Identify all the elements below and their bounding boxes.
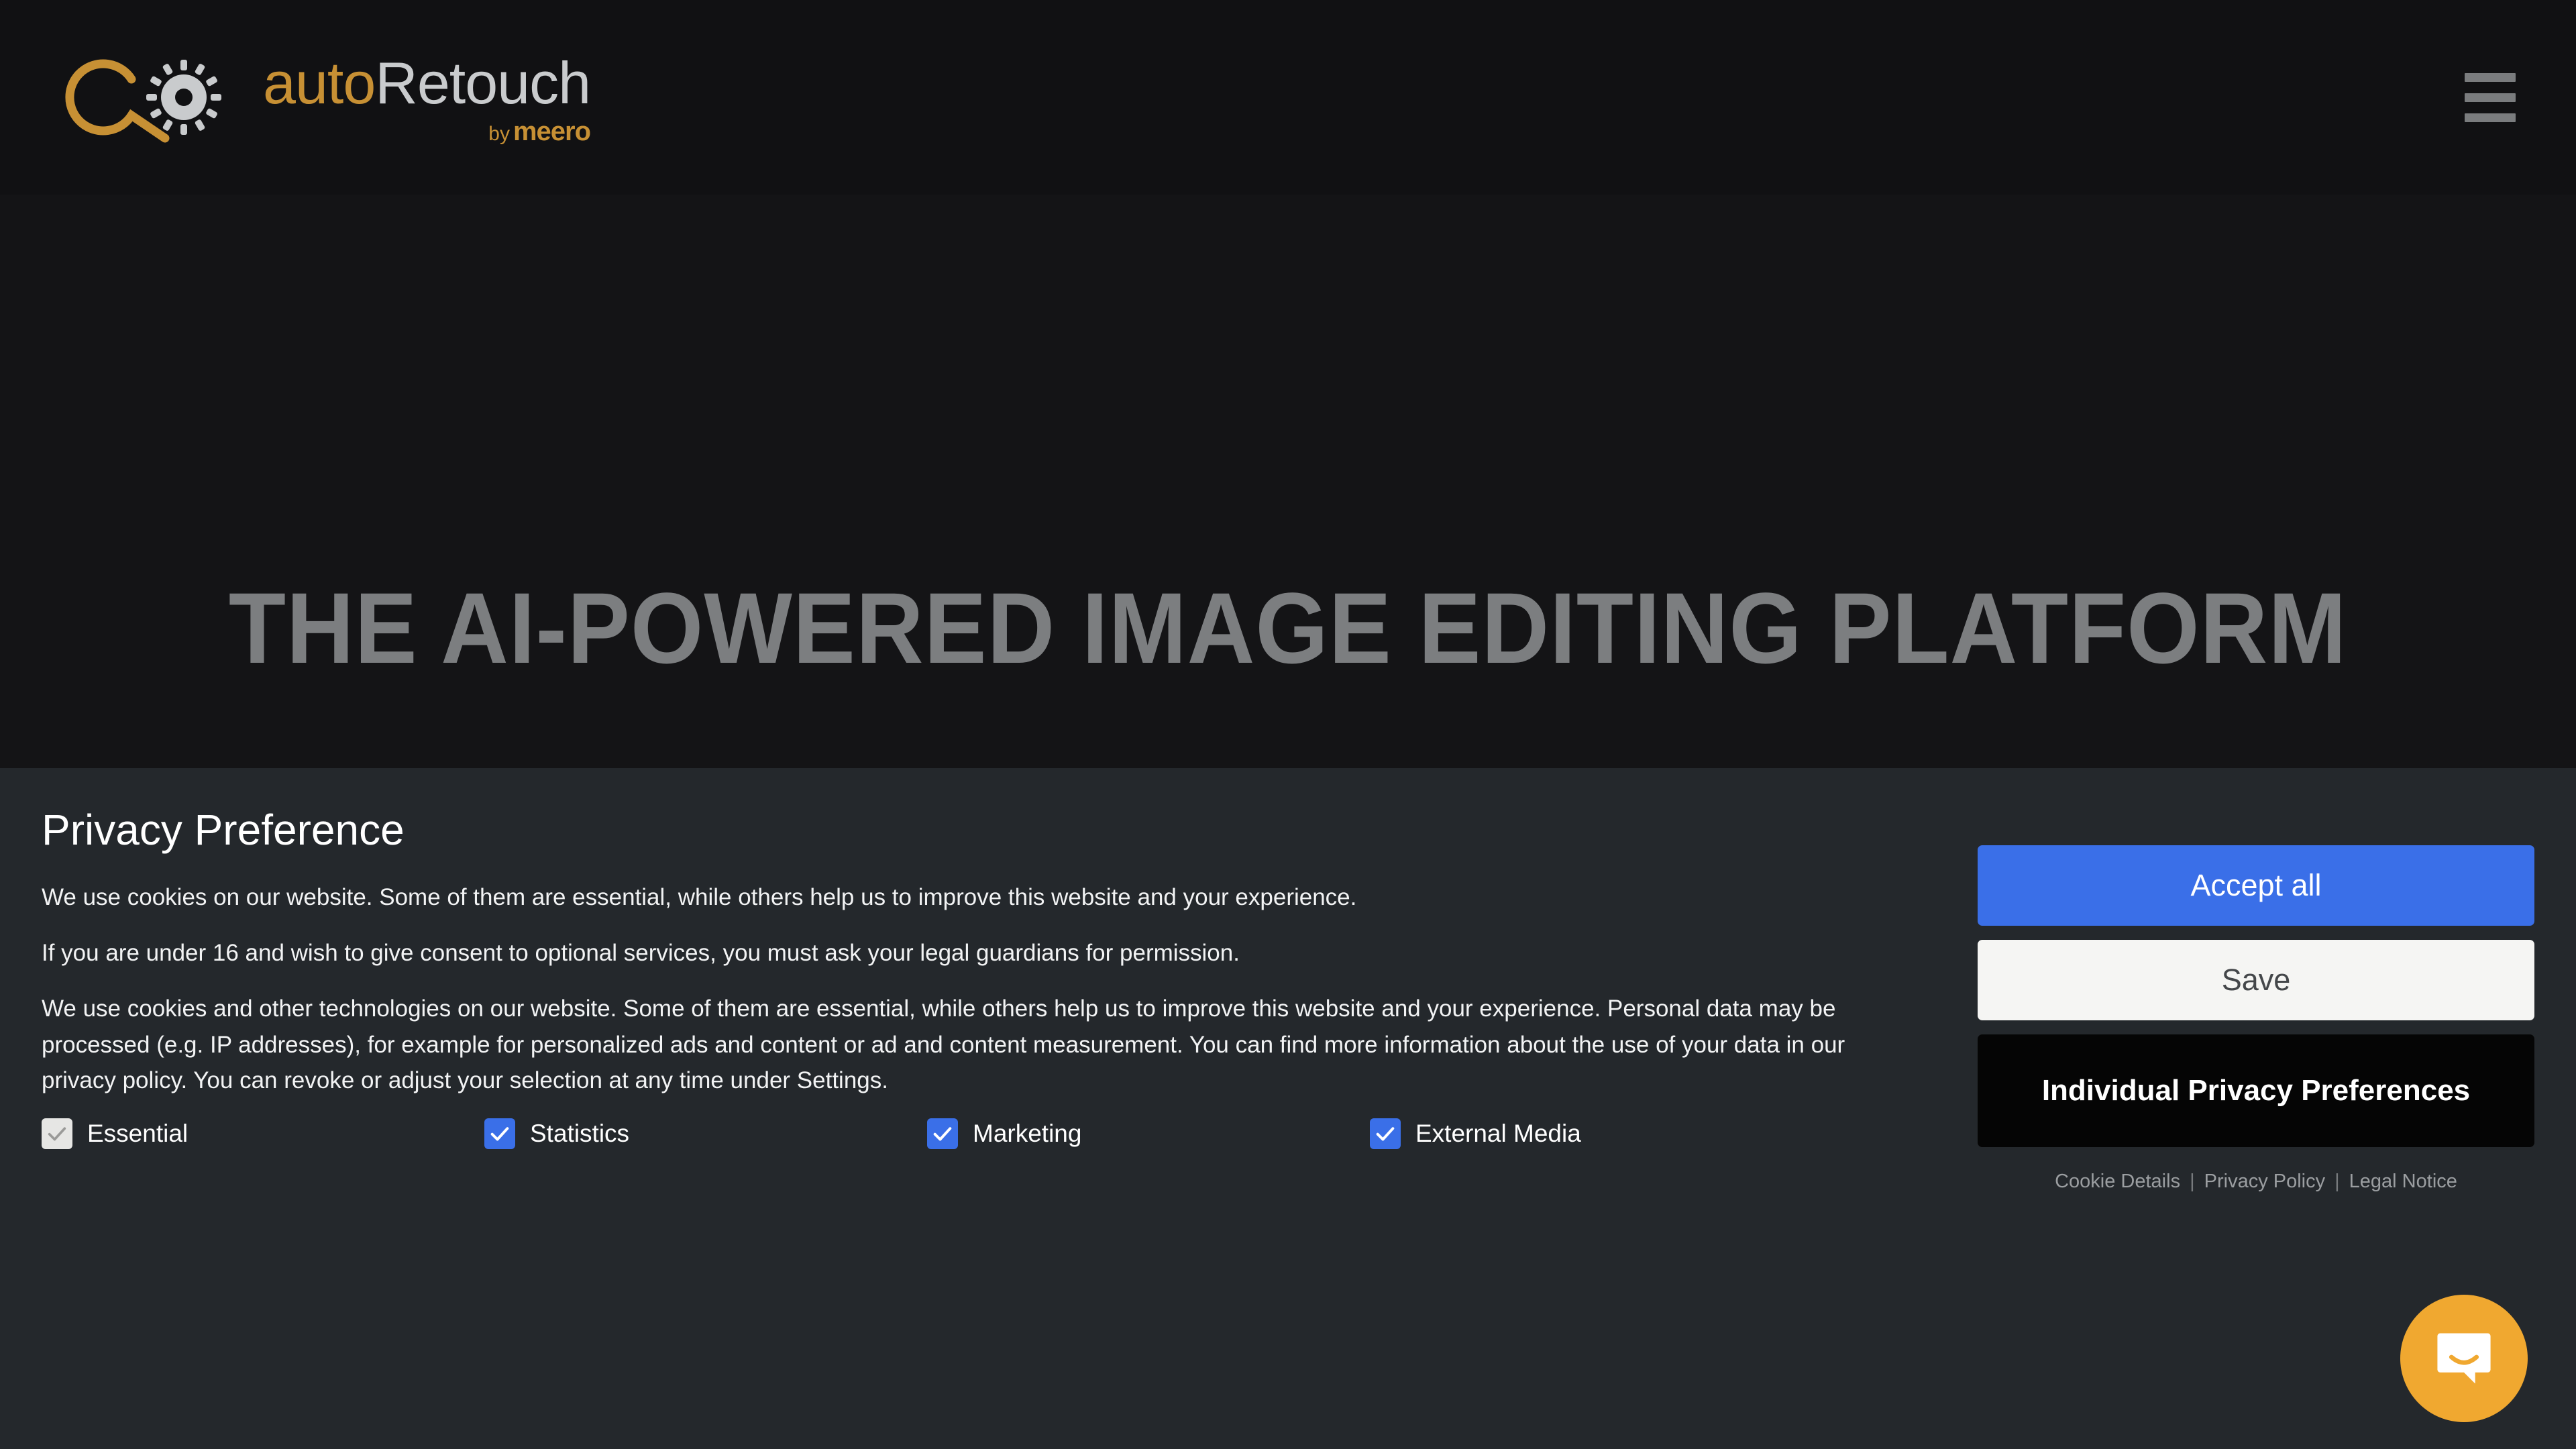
hamburger-bar-2 bbox=[2465, 93, 2516, 102]
checkbox-box-marketing[interactable] bbox=[927, 1118, 958, 1149]
cookie-checkbox-label-statistics: Statistics bbox=[530, 1119, 630, 1147]
cookie-checkbox-essential[interactable]: Essential bbox=[42, 1118, 484, 1149]
cookie-banner-links: Cookie Details | Privacy Policy | Legal … bbox=[1978, 1171, 2534, 1193]
brand-word: autoRetouch bbox=[263, 54, 591, 113]
brand-meero-label: meero bbox=[513, 117, 591, 146]
cookie-banner-title: Privacy Preference bbox=[42, 806, 405, 854]
checkbox-box-statistics[interactable] bbox=[484, 1118, 515, 1149]
brand-byline: by meero bbox=[488, 117, 591, 146]
chat-bubble-icon bbox=[2437, 1333, 2491, 1384]
accept-all-button[interactable]: Accept all bbox=[1978, 845, 2534, 926]
cookie-paragraph-2: If you are under 16 and wish to give con… bbox=[42, 940, 1240, 967]
cookie-checkbox-statistics[interactable]: Statistics bbox=[484, 1118, 927, 1149]
legal-notice-link[interactable]: Legal Notice bbox=[2349, 1171, 2457, 1193]
link-separator-1: | bbox=[2190, 1171, 2195, 1192]
autoretouch-logo-icon bbox=[65, 59, 221, 143]
cookie-banner-actions: Accept all Save Individual Privacy Prefe… bbox=[1978, 808, 2534, 1193]
cookie-checkbox-marketing[interactable]: Marketing bbox=[927, 1118, 1370, 1149]
hamburger-bar-3 bbox=[2465, 113, 2516, 122]
checkbox-box-external-media[interactable] bbox=[1370, 1118, 1401, 1149]
brand-word-retouch: Retouch bbox=[375, 50, 591, 116]
check-icon bbox=[1376, 1127, 1395, 1141]
hero-title: THE AI-POWERED IMAGE EDITING PLATFORM bbox=[229, 572, 2347, 684]
site-header: autoRetouch by meero bbox=[0, 0, 2576, 195]
cookie-consent-banner: Privacy Preference We use cookies on our… bbox=[0, 768, 2576, 1449]
checkbox-box-essential[interactable] bbox=[42, 1118, 72, 1149]
intercom-chat-launcher-button[interactable] bbox=[2400, 1295, 2528, 1422]
hamburger-menu-icon[interactable] bbox=[2453, 60, 2528, 135]
cookie-checkbox-label-essential: Essential bbox=[87, 1119, 189, 1147]
brand-logo[interactable]: autoRetouch by meero bbox=[52, 37, 591, 158]
cookie-checkbox-external-media[interactable]: External Media bbox=[1370, 1118, 1581, 1149]
cookie-paragraph-1: We use cookies on our website. Some of t… bbox=[42, 884, 1357, 910]
save-button[interactable]: Save bbox=[1978, 940, 2534, 1020]
brand-by-label: by bbox=[488, 123, 510, 145]
brand-word-auto: auto bbox=[263, 50, 376, 116]
individual-privacy-preferences-button[interactable]: Individual Privacy Preferences bbox=[1978, 1034, 2534, 1147]
cookie-paragraph-3: We use cookies and other technologies on… bbox=[42, 996, 1845, 1093]
cookie-checkbox-label-external-media: External Media bbox=[1415, 1119, 1581, 1147]
link-separator-2: | bbox=[2334, 1171, 2340, 1192]
brand-wordmark: autoRetouch by meero bbox=[263, 54, 591, 146]
cookie-checkbox-label-marketing: Marketing bbox=[973, 1119, 1082, 1147]
cookie-banner-content: Privacy Preference We use cookies on our… bbox=[42, 808, 1920, 1149]
hamburger-bar-1 bbox=[2465, 72, 2516, 82]
page-root: autoRetouch by meero THE AI-POWERED IMAG… bbox=[0, 0, 2576, 1449]
check-icon bbox=[933, 1127, 952, 1141]
cookie-category-list: Essential Statistics Marketing External … bbox=[42, 1118, 1920, 1149]
check-icon bbox=[48, 1127, 66, 1141]
cookie-details-link[interactable]: Cookie Details bbox=[2055, 1171, 2180, 1193]
privacy-policy-link[interactable]: Privacy Policy bbox=[2204, 1171, 2326, 1193]
check-icon bbox=[490, 1127, 509, 1141]
